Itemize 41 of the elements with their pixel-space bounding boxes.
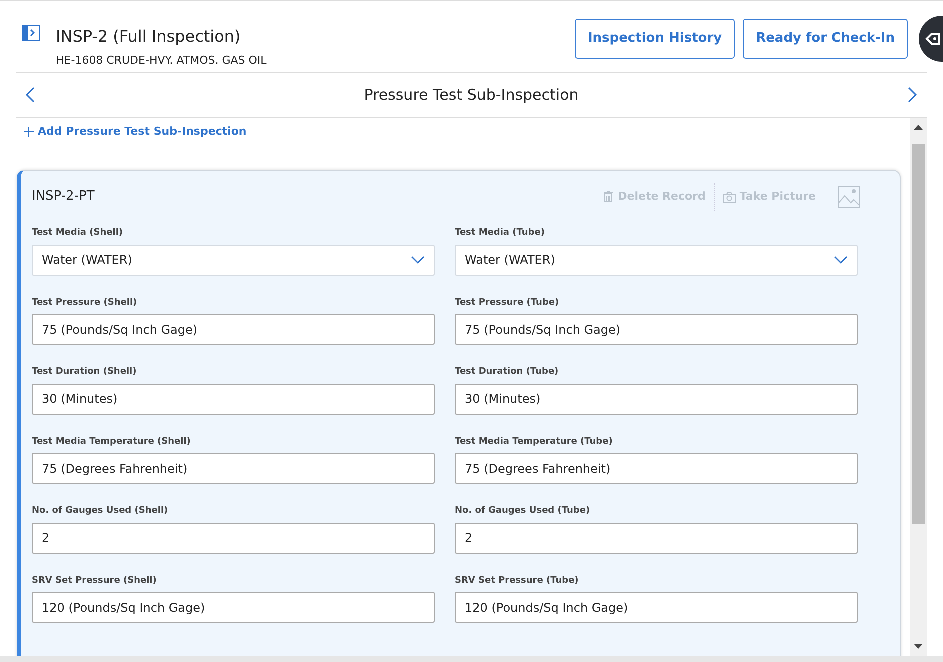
section-title: Pressure Test Sub-Inspection	[364, 84, 579, 106]
tag-icon	[925, 31, 941, 47]
field-label: Test Media (Tube)	[455, 227, 546, 240]
field-label: Test Duration (Shell)	[32, 366, 138, 379]
field-label: SRV Set Pressure (Tube)	[455, 574, 580, 588]
field-label: Test Duration (Tube)	[455, 366, 560, 379]
field-label: Test Media Temperature (Shell)	[32, 436, 192, 448]
field-label: Test Media (Shell)	[32, 227, 124, 240]
trash-icon	[603, 191, 614, 203]
camera-icon	[722, 192, 736, 202]
chevron-down-icon	[411, 256, 425, 264]
dropdown-field[interactable]: Water (WATER)	[455, 244, 858, 276]
input-field[interactable]: 120 (Pounds/Sq Inch Gage)	[455, 592, 858, 623]
scrollbar[interactable]	[910, 118, 927, 656]
record-title: INSP-2-PT	[32, 188, 95, 206]
plus-icon	[24, 127, 34, 138]
input-field[interactable]: 30 (Minutes)	[455, 384, 858, 414]
field-label: No. of Gauges Used (Tube)	[455, 505, 592, 518]
inspection-title: INSP-2 (Full Inspection)	[56, 26, 242, 48]
input-field[interactable]: 75 (Pounds/Sq Inch Gage)	[32, 314, 435, 345]
input-field[interactable]: 30 (Minutes)	[32, 384, 435, 414]
chevron-down-icon	[834, 256, 848, 264]
side-dock-button[interactable]	[919, 16, 943, 62]
field-label: Test Pressure (Shell)	[32, 296, 138, 310]
input-field[interactable]: 75 (Pounds/Sq Inch Gage)	[455, 314, 858, 345]
input-field[interactable]: 120 (Pounds/Sq Inch Gage)	[32, 592, 435, 623]
field-label: SRV Set Pressure (Shell)	[32, 574, 158, 588]
field-label: No. of Gauges Used (Shell)	[32, 505, 170, 518]
add-sub-inspection-link[interactable]: Add Pressure Test Sub-Inspection	[24, 124, 247, 140]
panel-toggle-icon[interactable]	[22, 25, 40, 41]
header-button[interactable]: Ready for Check-In	[743, 19, 908, 58]
scrollbar-thumb[interactable]	[912, 144, 925, 524]
field-label: Test Media Temperature (Tube)	[455, 436, 614, 448]
input-field[interactable]: 2	[455, 522, 858, 554]
equipment-subtitle: HE-1608 CRUDE-HVY. ATMOS. GAS OIL	[56, 53, 267, 69]
input-field[interactable]: 75 (Degrees Fahrenheit)	[455, 453, 858, 484]
header-button[interactable]: Inspection History	[574, 19, 736, 58]
input-field[interactable]: 75 (Degrees Fahrenheit)	[32, 453, 435, 484]
input-field[interactable]: 2	[32, 522, 435, 554]
dropdown-field[interactable]: Water (WATER)	[32, 244, 435, 276]
field-label: Test Pressure (Tube)	[455, 296, 560, 310]
